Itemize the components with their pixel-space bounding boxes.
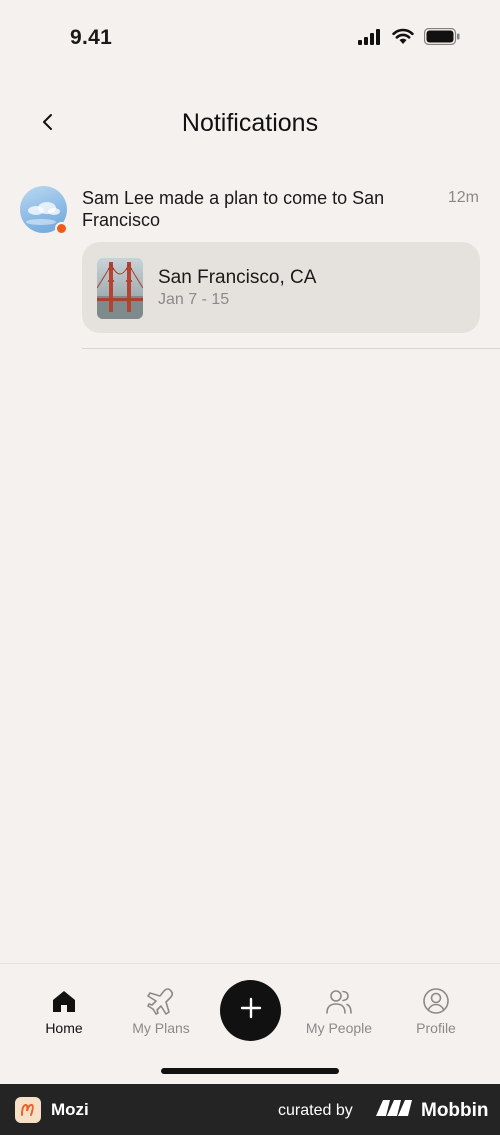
app-name: Mozi	[51, 1100, 89, 1119]
tab-profile[interactable]: Profile	[391, 986, 481, 1036]
divider	[82, 348, 500, 349]
status-icons	[358, 27, 460, 50]
page-title: Notifications	[181, 109, 319, 137]
trip-dates: Jan 7 - 15	[158, 291, 230, 308]
tab-home[interactable]: Home	[19, 986, 109, 1036]
tab-label-home: Home	[45, 1020, 83, 1036]
home-icon	[49, 986, 79, 1015]
profile-icon	[421, 986, 451, 1015]
wifi-icon	[392, 28, 414, 50]
trip-title: San Francisco, CA	[158, 267, 317, 288]
notification-time: 12m	[447, 189, 479, 206]
unread-dot	[55, 222, 68, 235]
battery-icon	[423, 27, 460, 50]
tab-label-profile: Profile	[416, 1020, 456, 1036]
plus-icon	[240, 997, 262, 1024]
people-icon	[324, 986, 354, 1015]
status-bar: 9.41	[0, 0, 500, 76]
status-time: 9.41	[70, 26, 113, 49]
notifications-screen: 9.41 Notifications Sam Lee made a plan t…	[0, 0, 500, 1135]
tab-bar: Home My Plans My People Profile	[0, 963, 500, 1084]
notification-text: Sam Lee made a plan to come to San Franc…	[82, 188, 385, 230]
tab-label-my-people: My People	[305, 1020, 373, 1036]
signal-icon	[358, 28, 382, 50]
footer-bar: Mozi curated by Mobbin	[0, 1084, 500, 1135]
tab-my-people[interactable]: My People	[294, 986, 384, 1036]
nav-header: Notifications	[0, 100, 500, 148]
mobbin-brand: Mobbin	[376, 1098, 489, 1123]
tab-label-my-plans: My Plans	[132, 1020, 190, 1036]
tab-my-plans[interactable]: My Plans	[116, 986, 206, 1036]
mobbin-logo-icon	[376, 1098, 414, 1123]
notification-item[interactable]: Sam Lee made a plan to come to San Franc…	[0, 180, 500, 350]
mobbin-name: Mobbin	[421, 1099, 489, 1121]
trip-thumbnail	[97, 258, 143, 319]
add-button[interactable]	[220, 980, 281, 1041]
curated-by-label: curated by	[278, 1102, 353, 1119]
trip-card[interactable]: San Francisco, CA Jan 7 - 15	[82, 242, 480, 333]
home-indicator	[161, 1068, 339, 1074]
app-logo-icon	[15, 1097, 41, 1123]
plane-icon	[146, 986, 176, 1015]
